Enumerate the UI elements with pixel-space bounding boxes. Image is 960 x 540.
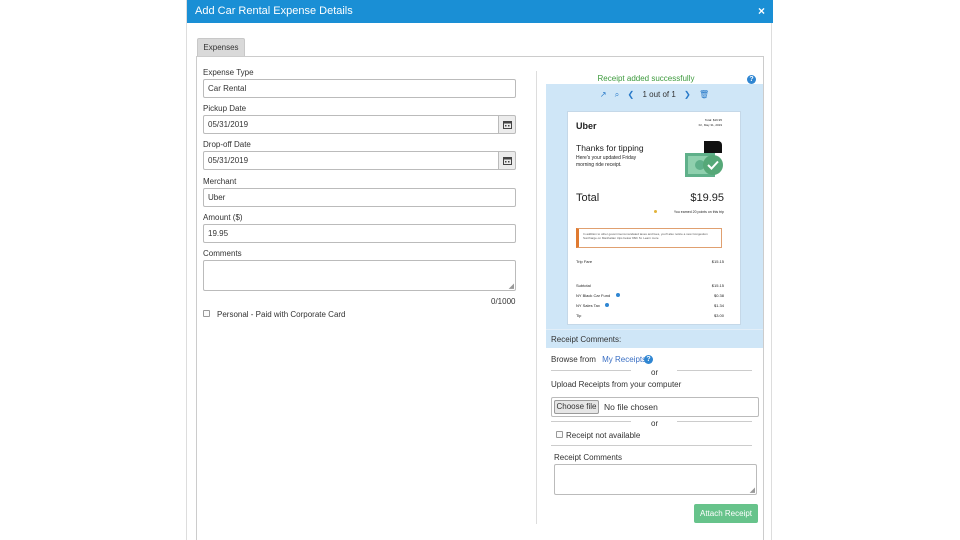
points-dot-icon	[654, 210, 657, 213]
divider	[677, 370, 752, 371]
upload-label: Upload Receipts from your computer	[551, 380, 682, 389]
receipt-row-value: $15.15	[711, 283, 724, 288]
help-icon[interactable]: ?	[747, 75, 756, 84]
receipt-row-label: Trip Fare	[576, 259, 593, 264]
receipt-notice: In addition to other government-mandated…	[576, 228, 722, 248]
no-file-chosen-text: No file chosen	[604, 402, 658, 412]
resize-grip-icon[interactable]: ◢	[750, 486, 755, 494]
prev-page-icon[interactable]: ❮	[628, 90, 635, 99]
divider	[677, 421, 752, 422]
receipt-image: Uber Total: $19.95 Fri, May 31, 2019 Tha…	[567, 111, 741, 325]
resize-grip-icon[interactable]: ◢	[509, 282, 514, 290]
help-icon[interactable]: ?	[644, 355, 653, 364]
pickup-date-label: Pickup Date	[203, 104, 247, 113]
trash-icon[interactable]: 🗑	[699, 90, 709, 99]
dialog-titlebar: Add Car Rental Expense Details ×	[187, 0, 773, 23]
receipt-comments-title: Receipt Comments:	[546, 329, 763, 348]
expenses-panel: Expense Type Car Rental Pickup Date 05/3…	[196, 56, 764, 540]
receipt-row-value: $3.00	[713, 313, 724, 318]
merchant-field[interactable]: Uber	[203, 188, 516, 207]
page-counter: 1 out of 1	[642, 90, 676, 99]
amount-label: Amount ($)	[203, 213, 243, 222]
info-icon	[605, 303, 609, 307]
calendar-icon[interactable]	[499, 115, 516, 134]
comments-counter: 0/1000	[491, 297, 516, 306]
divider	[551, 445, 752, 446]
open-external-icon[interactable]: ↗	[600, 90, 607, 99]
receipt-date-line1: Total: $19.95	[704, 118, 722, 122]
tip-money-icon	[685, 141, 723, 177]
or-separator: or	[651, 368, 659, 377]
comments-textarea[interactable]: ◢	[203, 260, 516, 291]
receipt-row-label: NY Sales Tax	[576, 303, 600, 308]
receipt-row-label: Subtotal	[576, 283, 591, 288]
expense-type-field[interactable]: Car Rental	[203, 79, 516, 98]
success-message: Receipt added successfully	[597, 74, 695, 83]
close-icon[interactable]: ×	[758, 4, 765, 18]
receipt-comments-label: Receipt Comments	[554, 453, 623, 462]
receipt-not-available-checkbox[interactable]	[556, 431, 563, 438]
personal-checkbox-label: Personal - Paid with Corporate Card	[217, 310, 346, 319]
dropoff-date-label: Drop-off Date	[203, 140, 251, 149]
choose-file-button[interactable]: Choose file	[554, 400, 599, 414]
browse-from-label: Browse from	[551, 355, 596, 364]
expense-type-label: Expense Type	[203, 68, 254, 77]
my-receipts-link[interactable]: My Receipts	[602, 355, 646, 364]
next-page-icon[interactable]: ❯	[684, 90, 691, 99]
receipt-subtext1: Here's your updated Friday	[576, 155, 637, 161]
expense-dialog: Add Car Rental Expense Details × Expense…	[186, 0, 773, 540]
receipt-comments-textarea[interactable]: ◢	[554, 464, 757, 495]
tab-expenses[interactable]: Expenses	[197, 38, 245, 56]
or-separator: or	[651, 419, 659, 428]
receipt-points: You earned 20 points on this trip	[673, 210, 724, 214]
column-divider	[536, 71, 537, 524]
zoom-icon[interactable]: ⌕	[615, 90, 619, 99]
calendar-icon[interactable]	[499, 151, 516, 170]
receipt-subtext2: morning ride receipt.	[576, 162, 622, 168]
dialog-title: Add Car Rental Expense Details	[195, 5, 353, 17]
receipt-preview: ↗ ⌕ ❮ 1 out of 1 ❯ 🗑 Uber Total: $19.95 …	[546, 84, 763, 348]
receipt-row-value: $1.34	[713, 303, 724, 308]
pickup-date-field[interactable]: 05/31/2019	[203, 115, 499, 134]
receipt-heading: Thanks for tipping	[576, 143, 644, 153]
divider	[551, 370, 631, 371]
receipt-row-label: NY Black Car Fund	[576, 293, 611, 298]
receipt-not-available-label: Receipt not available	[566, 431, 641, 440]
receipt-brand: Uber	[576, 121, 597, 131]
dropoff-date-field[interactable]: 05/31/2019	[203, 151, 499, 170]
amount-field[interactable]: 19.95	[203, 224, 516, 243]
receipt-total-label: Total	[576, 192, 600, 204]
receipt-date-line2: Fri, May 31, 2019	[698, 123, 722, 127]
comments-label: Comments	[203, 249, 242, 258]
attach-receipt-button[interactable]: Attach Receipt	[694, 504, 758, 523]
receipt-row-label: Tip	[576, 313, 582, 318]
divider	[551, 421, 631, 422]
receipt-row-value: $15.15	[711, 259, 724, 264]
receipt-row-value: $0.38	[713, 293, 724, 298]
receipt-total-value: $19.95	[690, 192, 724, 204]
info-icon	[616, 293, 620, 297]
personal-checkbox[interactable]	[203, 310, 210, 317]
preview-toolbar: ↗ ⌕ ❮ 1 out of 1 ❯ 🗑	[546, 90, 763, 100]
browse-row: Browse from My Receipts	[551, 355, 646, 364]
merchant-label: Merchant	[203, 177, 237, 186]
